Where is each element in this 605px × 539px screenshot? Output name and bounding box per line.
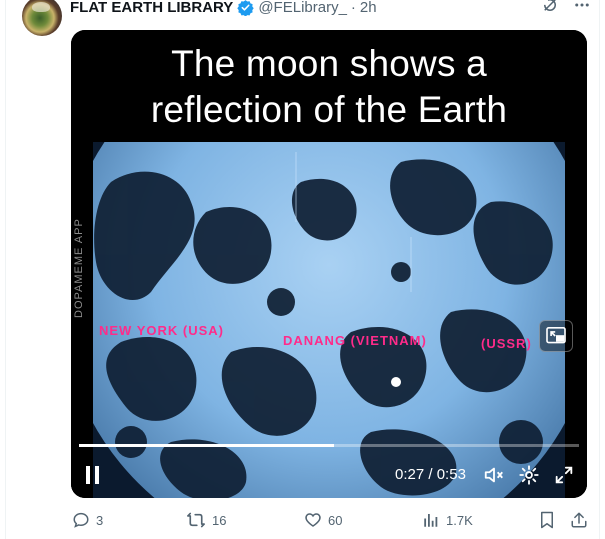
video-player[interactable]: The moon shows a reflection of the Earth xyxy=(71,30,587,498)
picture-in-picture-icon xyxy=(546,327,566,344)
duration: 0:53 xyxy=(436,466,466,483)
author-name[interactable]: FLAT EARTH LIBRARY xyxy=(70,0,233,16)
fullscreen-icon[interactable] xyxy=(553,464,575,486)
overlay-label-danang: DANANG (VIETNAM) xyxy=(283,333,427,348)
caption-line-2: reflection of the Earth xyxy=(150,89,508,130)
post-timestamp[interactable]: 2h xyxy=(360,0,377,16)
post-actions-bar: 3 16 60 1.7K xyxy=(72,511,592,535)
video-watermark: DOPAMEME APP xyxy=(73,218,85,318)
views-button[interactable]: 1.7K xyxy=(422,511,473,529)
bookmark-icon xyxy=(541,511,553,529)
verified-badge-icon xyxy=(237,0,255,16)
reply-button[interactable]: 3 xyxy=(72,511,103,529)
author-avatar[interactable] xyxy=(22,0,62,36)
grok-icon[interactable] xyxy=(541,0,559,14)
reply-icon xyxy=(73,512,89,528)
overlay-label-ussr: (USSR) xyxy=(481,336,532,351)
views-analytics-icon xyxy=(424,514,438,527)
timeline-right-border xyxy=(599,0,605,539)
bookmark-button[interactable] xyxy=(539,511,555,529)
overlay-label-new-york: NEW YORK (USA) xyxy=(99,323,224,338)
video-controls: 0:27 / 0:53 xyxy=(71,458,587,494)
like-count: 60 xyxy=(328,512,343,528)
reply-count: 3 xyxy=(96,512,104,528)
heart-icon xyxy=(305,513,321,527)
share-icon xyxy=(571,512,587,528)
more-options-icon[interactable] xyxy=(573,0,591,14)
repost-count: 16 xyxy=(212,512,227,528)
mute-button-icon[interactable] xyxy=(483,464,505,486)
current-time: 0:27 xyxy=(395,466,425,483)
view-count: 1.7K xyxy=(446,512,473,528)
settings-gear-icon[interactable] xyxy=(518,464,540,486)
author-handle[interactable]: @FELibrary_ xyxy=(258,0,347,16)
repost-icon xyxy=(187,512,205,528)
share-button[interactable] xyxy=(570,511,588,529)
post-top-icons xyxy=(541,0,591,14)
video-progress-fill xyxy=(79,444,334,447)
video-caption: The moon shows a reflection of the Earth xyxy=(71,30,587,142)
post-header: FLAT EARTH LIBRARY @FELibrary_ · 2h xyxy=(70,0,377,17)
time-separator: / xyxy=(428,466,433,483)
picture-in-picture-button[interactable] xyxy=(539,320,573,352)
timeline-left-border xyxy=(0,0,6,539)
like-button[interactable]: 60 xyxy=(304,511,342,529)
pause-button[interactable] xyxy=(83,464,103,486)
header-separator: · xyxy=(350,0,356,16)
video-time-readout: 0:27 / 0:53 xyxy=(395,466,466,483)
video-progress-bar[interactable] xyxy=(79,444,579,447)
repost-button[interactable]: 16 xyxy=(186,511,226,529)
caption-line-1: The moon shows a xyxy=(171,43,487,84)
